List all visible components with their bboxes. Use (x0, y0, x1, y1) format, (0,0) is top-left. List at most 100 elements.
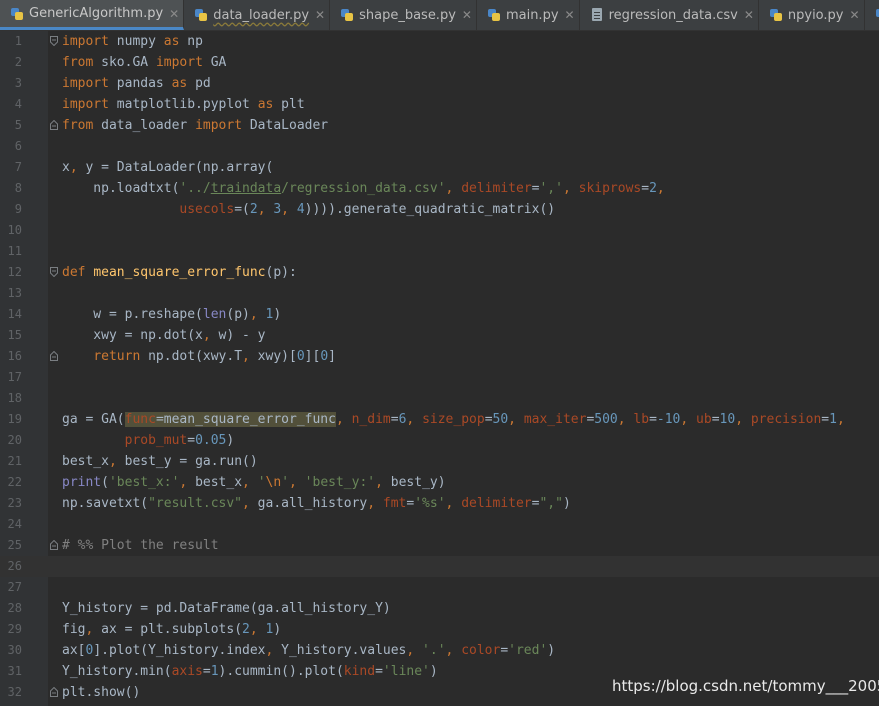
code-line[interactable]: 10 (0, 220, 879, 241)
code-line[interactable]: 17 (0, 367, 879, 388)
fold-end-icon[interactable] (50, 120, 58, 130)
code-text: return np.dot(xwy.T, xwy)[0][0] (93, 349, 336, 364)
editor-tab[interactable]: shape_base.py ✕ (330, 0, 477, 30)
line-number: 1 (14, 34, 22, 48)
editor-tab[interactable]: main.py ✕ (477, 0, 580, 30)
line-number: 10 (7, 223, 22, 237)
editor-tab[interactable]: npyio.py ✕ (759, 0, 865, 30)
code-line[interactable]: 26 (0, 556, 879, 577)
fold-end-icon[interactable] (50, 351, 58, 361)
code-line[interactable]: 21 best_x, best_y = ga.run() (0, 451, 879, 472)
line-number: 30 (7, 643, 22, 657)
editor-tab[interactable]: GenericAlgorithm.py ✕ (0, 0, 185, 30)
line-number: 8 (14, 181, 22, 195)
code-text: xwy = np.dot(x, w) - y (62, 328, 266, 343)
python-file-icon (10, 7, 24, 21)
tab-label: data_loader.py (213, 7, 310, 23)
fold-end-icon[interactable] (50, 540, 58, 550)
code-text: import matplotlib.pyplot as plt (62, 97, 305, 112)
line-number: 24 (7, 517, 22, 531)
code-text: Y_history = pd.DataFrame(ga.all_history_… (62, 601, 391, 616)
line-number: 5 (14, 118, 22, 132)
code-line[interactable]: 23 np.savetxt("result.csv", ga.all_histor… (0, 493, 879, 514)
line-number: 19 (7, 412, 22, 426)
close-tab-icon[interactable]: ✕ (462, 8, 472, 22)
code-line[interactable]: 29 fig, ax = plt.subplots(2, 1) (0, 619, 879, 640)
line-number: 7 (14, 160, 22, 174)
line-number: 26 (7, 559, 22, 573)
code-line[interactable]: 13 (0, 283, 879, 304)
code-line[interactable]: 12 def mean_square_error_func(p): (0, 262, 879, 283)
code-line[interactable]: 3 import pandas as pd (0, 73, 879, 94)
code-line[interactable]: 1 import numpy as np (0, 31, 879, 52)
code-line[interactable]: 7 x, y = DataLoader(np.array( (0, 157, 879, 178)
code-line[interactable]: 25 # %% Plot the result (0, 535, 879, 556)
close-tab-icon[interactable]: ✕ (565, 8, 575, 22)
line-number: 23 (7, 496, 22, 510)
code-text: plt.show() (62, 685, 141, 700)
code-line[interactable]: 4 import matplotlib.pyplot as plt (0, 94, 879, 115)
code-line[interactable]: 16 return np.dot(xwy.T, xwy)[0][0] (0, 346, 879, 367)
code-text: fig, ax = plt.subplots(2, 1) (62, 622, 282, 637)
editor-tab[interactable]: GA.py✕ (865, 0, 879, 30)
code-line[interactable]: 24 (0, 514, 879, 535)
code-line[interactable]: 19 ga = GA(func=mean_square_error_func, n… (0, 409, 879, 430)
line-number: 11 (7, 244, 22, 258)
code-editor[interactable]: 1 import numpy as np 2 from sko.GA import G… (0, 31, 879, 706)
close-tab-icon[interactable]: ✕ (169, 7, 179, 21)
code-line[interactable]: 22 print('best_x:', best_x, '\n', 'best_y… (0, 472, 879, 493)
code-line[interactable]: 20 prob_mut=0.05) (0, 430, 879, 451)
python-file-icon (487, 8, 501, 22)
close-tab-icon[interactable]: ✕ (315, 8, 325, 22)
fold-end-icon[interactable] (50, 687, 58, 697)
close-tab-icon[interactable]: ✕ (850, 8, 860, 22)
code-text: print('best_x:', best_x, '\n', 'best_y:'… (62, 475, 446, 490)
line-number: 21 (7, 454, 22, 468)
line-number: 2 (14, 55, 22, 69)
code-line[interactable]: 11 (0, 241, 879, 262)
line-number: 17 (7, 370, 22, 384)
line-number: 6 (14, 139, 22, 153)
code-line[interactable]: 9 usecols=(2, 3, 4)))).generate_quadrati… (0, 199, 879, 220)
editor-tab[interactable]: data_loader.py ✕ (184, 0, 331, 30)
code-line[interactable]: 15 xwy = np.dot(x, w) - y (0, 325, 879, 346)
code-line[interactable]: 5 from data_loader import DataLoader (0, 115, 879, 136)
python-file-icon (875, 8, 879, 22)
code-text: best_x, best_y = ga.run() (62, 454, 258, 469)
line-number: 14 (7, 307, 22, 321)
code-text: np.loadtxt('../traindata/regression_data… (62, 181, 665, 196)
csv-file-icon (590, 8, 604, 22)
code-text: usecols=(2, 3, 4)))).generate_quadratic_… (179, 202, 556, 217)
watermark: https://blog.csdn.net/tommy___2005 (612, 677, 879, 695)
line-number: 13 (7, 286, 22, 300)
code-line[interactable]: 8 np.loadtxt('../traindata/regression_da… (0, 178, 879, 199)
code-text: from data_loader import DataLoader (62, 118, 329, 133)
line-number: 28 (7, 601, 22, 615)
line-number: 20 (7, 433, 22, 447)
line-number: 25 (7, 538, 22, 552)
code-line[interactable]: 27 (0, 577, 879, 598)
fold-start-icon[interactable] (50, 36, 58, 46)
code-line[interactable]: 28 Y_history = pd.DataFrame(ga.all_histor… (0, 598, 879, 619)
tab-label: shape_base.py (359, 7, 456, 23)
line-number: 22 (7, 475, 22, 489)
editor-tab[interactable]: regression_data.csv ✕ (580, 0, 759, 30)
code-text: ax[0].plot(Y_history.index, Y_history.va… (62, 643, 556, 658)
code-line[interactable]: 30 ax[0].plot(Y_history.index, Y_history.… (0, 640, 879, 661)
python-file-icon (340, 8, 354, 22)
code-text: import numpy as np (62, 34, 203, 49)
line-number: 9 (14, 202, 22, 216)
line-number: 12 (7, 265, 22, 279)
fold-start-icon[interactable] (50, 267, 58, 277)
line-number: 27 (7, 580, 22, 594)
line-number: 32 (7, 685, 22, 699)
code-text: Y_history.min(axis=1).cummin().plot(kind… (62, 664, 438, 679)
close-tab-icon[interactable]: ✕ (744, 8, 754, 22)
line-number: 4 (14, 97, 22, 111)
code-line[interactable]: 2 from sko.GA import GA (0, 52, 879, 73)
code-line[interactable]: 6 (0, 136, 879, 157)
code-line[interactable]: 18 (0, 388, 879, 409)
code-text: np.savetxt("result.csv", ga.all_history,… (62, 496, 571, 511)
code-line[interactable]: 14 w = p.reshape(len(p), 1) (0, 304, 879, 325)
line-number: 16 (7, 349, 22, 363)
